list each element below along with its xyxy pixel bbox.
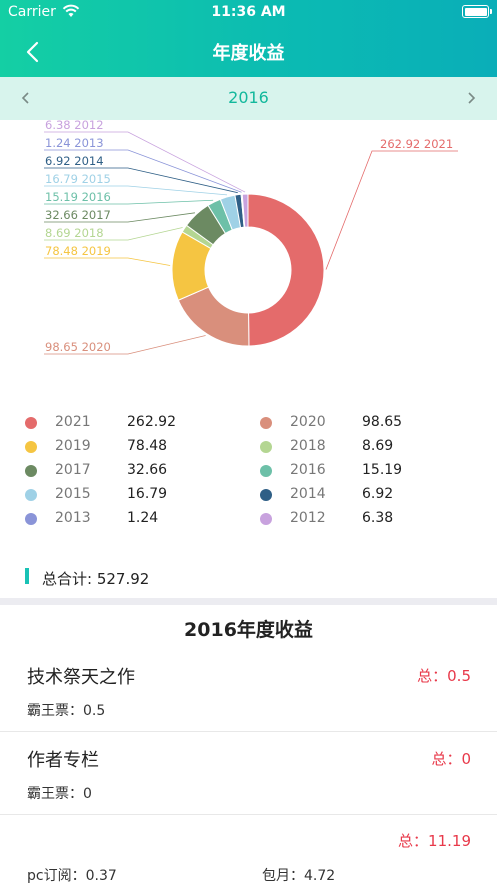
selected-year: 2016 <box>228 88 269 107</box>
chevron-right-icon[interactable] <box>461 87 481 109</box>
nav-header: Carrier 11:36 AM 年度收益 <box>0 0 497 77</box>
legend-dot-icon <box>25 417 37 429</box>
legend-value: 15.19 <box>362 462 403 478</box>
legend-item-2019: 2019 78.48 <box>25 436 235 460</box>
status-time: 11:36 AM <box>211 4 286 20</box>
slice-label-2017: 32.66 2017 <box>45 208 111 222</box>
slice-label-2016: 15.19 2016 <box>45 190 111 204</box>
divider <box>0 814 497 815</box>
income-row[interactable]: 总：11.19 pc订阅：0.37 包月：4.72 <box>0 820 497 883</box>
legend-year: 2017 <box>55 462 91 478</box>
donut-svg: 262.92 2021 98.65 2020 78.48 2019 8.69 2018… <box>44 120 458 355</box>
legend-value: 78.48 <box>127 438 168 454</box>
legend-year: 2021 <box>55 414 91 430</box>
legend-item-2012: 2012 6.38 <box>260 508 470 532</box>
legend-item-2021: 2021 262.92 <box>25 412 235 436</box>
legend-year: 2020 <box>290 414 326 430</box>
legend-dot-icon <box>25 441 37 453</box>
legend-dot-icon <box>25 489 37 501</box>
total-accent-bar <box>25 568 29 584</box>
total-amount: 总合计: 527.92 <box>42 570 150 588</box>
legend-item-2015: 2015 16.79 <box>25 484 235 508</box>
legend-dot-icon <box>25 465 37 477</box>
row-detail: pc订阅：0.37 <box>27 868 117 883</box>
battery-icon <box>462 5 492 18</box>
income-row[interactable]: 作者专栏 总：0 霸王票：0 <box>0 738 497 814</box>
legend-year: 2013 <box>55 510 91 526</box>
row-detail: 霸王票：0 <box>27 786 92 802</box>
legend-year: 2012 <box>290 510 326 526</box>
legend-item-2017: 2017 32.66 <box>25 460 235 484</box>
legend-value: 32.66 <box>127 462 168 478</box>
slice-label-2013: 1.24 2013 <box>45 136 104 150</box>
row-name: 作者专栏 <box>27 750 99 771</box>
legend-dot-icon <box>260 441 272 453</box>
slice-label-2015: 16.79 2015 <box>45 172 111 186</box>
legend-value: 6.38 <box>362 510 394 526</box>
legend-year: 2018 <box>290 438 326 454</box>
legend-year: 2016 <box>290 462 326 478</box>
row-detail: 包月：4.72 <box>262 868 336 883</box>
legend-item-2016: 2016 15.19 <box>260 460 470 484</box>
legend-dot-icon <box>260 465 272 477</box>
row-total: 总：0.5 <box>417 667 471 685</box>
income-donut-chart: 262.92 2021 98.65 2020 78.48 2019 8.69 2018… <box>0 120 497 400</box>
legend-value: 6.92 <box>362 486 394 502</box>
slice-label-2019: 78.48 2019 <box>45 244 111 258</box>
section-gap <box>0 598 497 605</box>
legend-value: 8.69 <box>362 438 394 454</box>
legend-dot-icon <box>260 513 272 525</box>
legend-dot-icon <box>25 513 37 525</box>
slice-label-2014: 6.92 2014 <box>45 154 104 168</box>
legend-value: 98.65 <box>362 414 403 430</box>
row-name: 技术祭天之作 <box>27 667 135 688</box>
legend-value: 262.92 <box>127 414 176 430</box>
legend-year: 2019 <box>55 438 91 454</box>
year-selector: 2016 <box>0 77 497 120</box>
legend-dot-icon <box>260 489 272 501</box>
legend-item-2013: 2013 1.24 <box>25 508 235 532</box>
legend-year: 2015 <box>55 486 91 502</box>
section-title: 2016年度收益 <box>184 619 313 641</box>
legend-dot-icon <box>260 417 272 429</box>
pie-slice-2021[interactable] <box>247 193 325 347</box>
divider <box>0 731 497 732</box>
slice-label-2020: 98.65 2020 <box>45 340 111 354</box>
legend-item-2018: 2018 8.69 <box>260 436 470 460</box>
slice-label-2018: 8.69 2018 <box>45 226 104 240</box>
row-total: 总：11.19 <box>398 832 471 850</box>
slice-label-2012: 6.38 2012 <box>45 120 104 132</box>
row-detail: 霸王票：0.5 <box>27 703 106 719</box>
legend-item-2020: 2020 98.65 <box>260 412 470 436</box>
slice-label-2021: 262.92 2021 <box>380 137 453 151</box>
legend-year: 2014 <box>290 486 326 502</box>
row-total: 总：0 <box>431 750 471 768</box>
legend-value: 1.24 <box>127 510 159 526</box>
legend-value: 16.79 <box>127 486 168 502</box>
income-row[interactable]: 技术祭天之作 总：0.5 霸王票：0.5 <box>0 655 497 731</box>
page-title: 年度收益 <box>212 43 285 64</box>
leader-line-2019 <box>44 257 171 266</box>
leader-line-2021 <box>325 150 458 270</box>
legend-item-2014: 2014 6.92 <box>260 484 470 508</box>
